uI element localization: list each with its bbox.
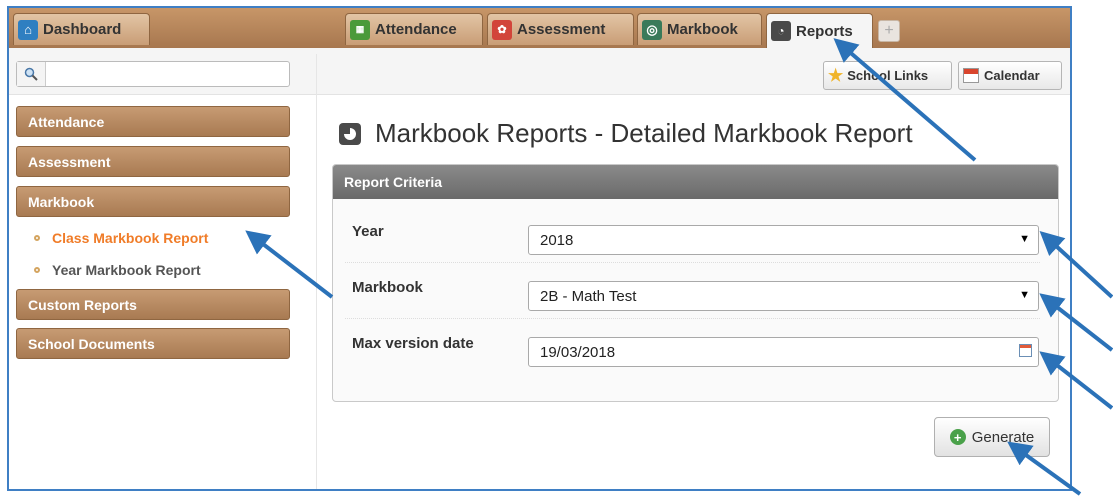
calendar-label: Calendar	[984, 68, 1040, 83]
max-version-date-row: Max version date 19/03/2018	[345, 319, 1040, 374]
app-window: ⌂ Dashboard ▦ Attendance ✿ Assessment ◎ …	[7, 6, 1072, 491]
page-title-text: Markbook Reports - Detailed Markbook Rep…	[375, 118, 913, 148]
divider	[316, 54, 317, 489]
generate-label: Generate	[971, 428, 1035, 446]
markbook-value: 2B - Math Test	[540, 288, 637, 305]
year-markbook-report-label: Year Markbook Report	[52, 262, 201, 278]
year-label: Year	[352, 223, 384, 240]
add-tab-button[interactable]: +	[878, 20, 900, 42]
generate-button[interactable]: + Generate	[934, 417, 1050, 457]
calendar-button[interactable]: Calendar	[958, 61, 1062, 90]
tab-assessment-label: Assessment	[517, 21, 606, 38]
search-input[interactable]	[47, 64, 287, 86]
sidebar-item-markbook[interactable]: Markbook	[16, 186, 290, 217]
reports-icon: ◔	[771, 21, 791, 41]
year-row: Year 2018 ▼	[345, 207, 1040, 263]
school-links-label: School Links	[847, 68, 929, 83]
tab-markbook-label: Markbook	[667, 21, 738, 38]
markbook-label: Markbook	[352, 279, 423, 296]
search-box[interactable]	[16, 61, 290, 87]
plus-circle-icon: +	[949, 429, 966, 445]
sidebar-item-assessment[interactable]: Assessment	[16, 146, 290, 177]
sidebar-item-school-documents[interactable]: School Documents	[16, 328, 290, 359]
reports-icon	[339, 122, 361, 145]
year-select[interactable]: 2018 ▼	[528, 225, 1039, 255]
page-title: Markbook Reports - Detailed Markbook Rep…	[339, 118, 913, 149]
class-markbook-report-label: Class Markbook Report	[52, 230, 209, 246]
sidebar-item-attendance[interactable]: Attendance	[16, 106, 290, 137]
tab-reports[interactable]: ◔ Reports	[766, 13, 873, 48]
markbook-icon: ◎	[642, 19, 662, 40]
calendar-icon	[963, 68, 979, 83]
markbook-select[interactable]: 2B - Math Test ▼	[528, 281, 1039, 311]
tab-attendance-label: Attendance	[375, 21, 457, 38]
bullet-icon	[34, 235, 40, 241]
sidebar-item-custom-reports[interactable]: Custom Reports	[16, 289, 290, 320]
max-version-date-label: Max version date	[352, 335, 474, 352]
panel-title: Report Criteria	[333, 165, 1058, 199]
sidebar-subitem-year-markbook-report[interactable]: Year Markbook Report	[34, 262, 201, 278]
star-icon: ★	[828, 65, 844, 85]
tab-reports-label: Reports	[796, 22, 853, 40]
school-links-button[interactable]: ★ School Links	[823, 61, 952, 90]
tab-dashboard[interactable]: ⌂ Dashboard	[13, 13, 150, 45]
toolbar: ★ School Links Calendar	[9, 48, 1070, 95]
max-version-date-field[interactable]: 19/03/2018	[528, 337, 1039, 367]
dropdown-arrow-icon: ▼	[1019, 289, 1030, 301]
year-value: 2018	[540, 232, 574, 249]
sidebar-subitem-class-markbook-report[interactable]: Class Markbook Report	[34, 230, 208, 246]
report-criteria-panel: Report Criteria Year 2018 ▼ Markbook 2B …	[332, 164, 1059, 402]
bullet-icon	[34, 267, 40, 273]
markbook-row: Markbook 2B - Math Test ▼	[345, 263, 1040, 319]
tab-assessment[interactable]: ✿ Assessment	[487, 13, 634, 45]
max-version-date-value: 19/03/2018	[540, 344, 616, 361]
assessment-icon: ✿	[492, 19, 512, 40]
top-tab-bar: ⌂ Dashboard ▦ Attendance ✿ Assessment ◎ …	[9, 8, 1070, 48]
tab-dashboard-label: Dashboard	[43, 21, 122, 38]
date-picker-icon[interactable]	[1019, 344, 1032, 357]
home-icon: ⌂	[18, 19, 38, 40]
attendance-icon: ▦	[350, 19, 370, 40]
tab-markbook[interactable]: ◎ Markbook	[637, 13, 762, 45]
dropdown-arrow-icon: ▼	[1019, 233, 1030, 245]
search-icon	[17, 62, 46, 86]
tab-attendance[interactable]: ▦ Attendance	[345, 13, 483, 45]
